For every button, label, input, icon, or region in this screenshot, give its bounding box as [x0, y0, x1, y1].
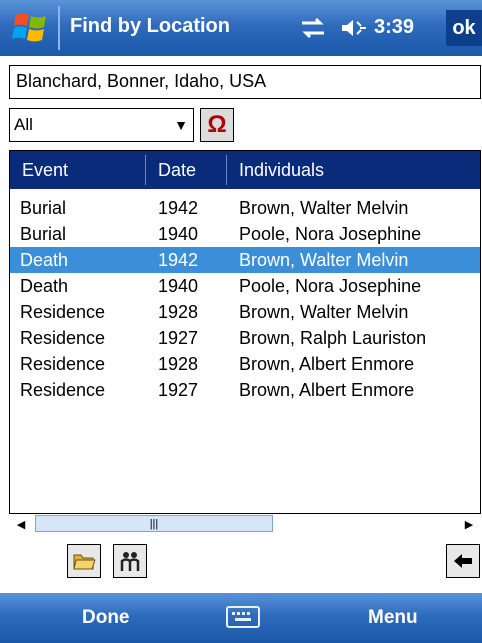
column-header-event[interactable]: Event [22, 160, 68, 181]
location-field[interactable]: Blanchard, Bonner, Idaho, USA [9, 65, 481, 99]
cell-date: 1940 [158, 276, 199, 296]
cell-date: 1942 [158, 250, 199, 270]
table-row[interactable]: Death 1940 Poole, Nora Josephine [10, 273, 480, 299]
cell-date: 1942 [158, 198, 199, 218]
scroll-right-icon[interactable]: ▶ [457, 514, 481, 534]
cell-date: 1927 [158, 380, 199, 400]
keyboard-icon[interactable] [226, 606, 260, 628]
people-icon [120, 552, 140, 571]
cell-event: Residence [20, 354, 106, 374]
cell-event: Burial [20, 224, 67, 244]
event-filter-dropdown[interactable]: All ▼ [9, 108, 194, 142]
cell-date: 1928 [158, 354, 199, 374]
cell-date: 1940 [158, 224, 199, 244]
scroll-left-icon[interactable]: ◀ [9, 514, 33, 534]
table-row[interactable]: Residence 1927 Brown, Albert Enmore [10, 377, 480, 403]
title-separator [58, 6, 60, 50]
menu-softkey[interactable]: Menu [368, 607, 418, 629]
table-row-selected[interactable]: Death 1942 Brown, Walter Melvin [10, 247, 480, 273]
table-row[interactable]: Burial 1942 Brown, Walter Melvin [10, 195, 480, 221]
cell-event: Death [20, 250, 69, 270]
cell-individual: Brown, Albert Enmore [239, 380, 415, 400]
column-divider[interactable] [226, 155, 227, 185]
window-title: Find by Location [70, 15, 230, 37]
cell-event: Residence [20, 328, 106, 348]
ok-button[interactable]: ok [446, 10, 482, 46]
arrow-left-icon [454, 554, 472, 568]
column-divider[interactable] [145, 155, 146, 185]
table-header: Event Date Individuals [10, 151, 480, 189]
cell-individual: Brown, Walter Melvin [239, 198, 409, 218]
cell-event: Burial [20, 198, 67, 218]
cell-date: 1927 [158, 328, 199, 348]
table-row[interactable]: Burial 1940 Poole, Nora Josephine [10, 221, 480, 247]
folder-icon [73, 554, 96, 570]
cell-event: Residence [20, 302, 106, 322]
cell-individual: Brown, Walter Melvin [239, 302, 409, 322]
people-button[interactable] [113, 544, 147, 578]
volume-icon[interactable] [340, 17, 368, 39]
cell-individual: Brown, Walter Melvin [239, 250, 409, 270]
horizontal-scrollbar[interactable]: ◀ ||| ▶ [9, 513, 481, 533]
cell-individual: Brown, Ralph Lauriston [239, 328, 427, 348]
connectivity-icon[interactable] [298, 17, 328, 39]
cell-date: 1928 [158, 302, 199, 322]
column-header-individuals[interactable]: Individuals [239, 160, 324, 181]
cell-individual: Brown, Albert Enmore [239, 354, 415, 374]
filter-selected-value: All [14, 115, 33, 134]
cell-event: Death [20, 276, 69, 296]
cell-individual: Poole, Nora Josephine [239, 276, 422, 296]
clock[interactable]: 3:39 [374, 16, 414, 39]
chevron-down-icon[interactable]: ▼ [171, 111, 191, 139]
title-bar: Find by Location 3:39 ok [0, 0, 482, 56]
table-row[interactable]: Residence 1928 Brown, Walter Melvin [10, 299, 480, 325]
scrollbar-thumb[interactable]: ||| [35, 515, 273, 532]
table-row[interactable]: Residence 1927 Brown, Ralph Lauriston [10, 325, 480, 351]
cell-individual: Poole, Nora Josephine [239, 224, 422, 244]
done-softkey[interactable]: Done [82, 607, 130, 629]
grip-icon: ||| [149, 517, 159, 530]
open-folder-button[interactable] [67, 544, 101, 578]
table-row[interactable]: Residence 1928 Brown, Albert Enmore [10, 351, 480, 377]
softkey-bar: Done Menu [0, 593, 482, 643]
special-character-button[interactable]: Ω [200, 108, 234, 142]
results-table[interactable]: Event Date Individuals Burial 1942 Brown… [9, 150, 481, 533]
column-header-date[interactable]: Date [158, 160, 196, 181]
windows-start-icon[interactable] [12, 9, 50, 45]
back-button[interactable] [446, 544, 480, 578]
cell-event: Residence [20, 380, 106, 400]
